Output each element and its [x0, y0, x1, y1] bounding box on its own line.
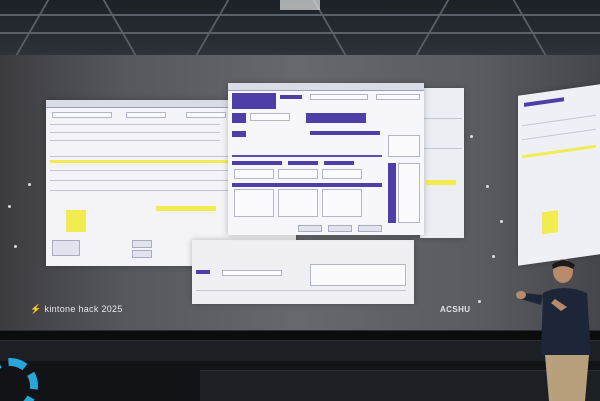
- presenter-pants: [545, 355, 589, 401]
- bolt-icon: ⚡: [30, 304, 42, 314]
- purple-label: [288, 161, 318, 165]
- mini-button: [132, 240, 152, 248]
- text-area: [310, 264, 406, 286]
- highlight-cell: [426, 180, 456, 185]
- text-area: [234, 189, 274, 217]
- mini-button: [328, 225, 352, 232]
- truss-beam: [0, 14, 600, 16]
- ui-window-dialog: [228, 83, 424, 235]
- presenter-brand: ACSHU: [440, 305, 471, 314]
- text-field: [278, 169, 318, 179]
- divider: [232, 155, 382, 157]
- text-field: [234, 169, 274, 179]
- grid-line: [50, 140, 220, 141]
- grid-line: [422, 148, 462, 149]
- stage-floor: [0, 330, 600, 401]
- photo-scene: ⚡ kintone hack 2025 ACSHU: [0, 0, 600, 401]
- purple-label: [310, 131, 380, 135]
- mini-button: [132, 250, 152, 258]
- purple-bar: [232, 183, 382, 187]
- truss-beam: [12, 0, 50, 60]
- mini-button: [358, 225, 382, 232]
- purple-label: [280, 95, 302, 99]
- presenter-hand: [516, 291, 526, 299]
- highlight-cell: [156, 206, 216, 211]
- text-field: [186, 112, 226, 118]
- light-dot: [478, 300, 481, 303]
- truss-beam: [412, 0, 450, 60]
- mini-button: [298, 225, 322, 232]
- text-area: [278, 189, 318, 217]
- purple-header: [232, 93, 276, 109]
- truss-beam: [192, 0, 230, 60]
- ui-window-bottom: [192, 240, 414, 304]
- light-dot: [500, 220, 503, 223]
- text-area: [388, 135, 420, 157]
- text-field: [222, 270, 282, 276]
- highlight-cell: [542, 210, 558, 235]
- light-dot: [470, 135, 473, 138]
- ui-window-far-right: [518, 84, 600, 266]
- stage-step: [0, 340, 600, 361]
- grid-line: [196, 290, 406, 291]
- purple-label: [232, 161, 282, 165]
- purple-label: [232, 113, 246, 123]
- purple-label: [324, 161, 354, 165]
- purple-label: [196, 270, 210, 274]
- highlight-row: [522, 144, 596, 159]
- light-dot: [8, 205, 11, 208]
- text-area: [322, 189, 362, 217]
- light-dot: [28, 183, 31, 186]
- truss-beam: [0, 32, 600, 34]
- text-field: [126, 112, 166, 118]
- purple-column: [388, 163, 396, 223]
- truss-beam: [102, 0, 140, 60]
- text-field: [310, 94, 368, 100]
- text-field: [52, 112, 112, 118]
- grid-line: [50, 124, 220, 125]
- light-dot: [492, 255, 495, 258]
- purple-label: [524, 97, 564, 107]
- text-field: [250, 113, 290, 121]
- purple-label: [306, 113, 366, 123]
- ceiling-light: [280, 0, 320, 10]
- text-field: [376, 94, 420, 100]
- presenter-shirt: [541, 288, 591, 355]
- ui-window-right-back: [420, 88, 464, 238]
- grid-line: [50, 132, 220, 133]
- text-field: [322, 169, 362, 179]
- grid-line: [522, 128, 596, 141]
- grid-line: [522, 114, 596, 127]
- light-dot: [486, 185, 489, 188]
- purple-label: [232, 131, 246, 137]
- truss-beam: [512, 0, 550, 60]
- highlight-cell: [66, 210, 86, 232]
- event-logo: ⚡ kintone hack 2025: [30, 304, 123, 315]
- grid-line: [422, 118, 462, 119]
- text-area: [398, 163, 420, 223]
- panel-block: [52, 240, 80, 256]
- window-titlebar: [228, 83, 424, 91]
- presenter: [516, 259, 591, 401]
- light-dot: [14, 245, 17, 248]
- event-logo-text: kintone hack 2025: [44, 304, 123, 314]
